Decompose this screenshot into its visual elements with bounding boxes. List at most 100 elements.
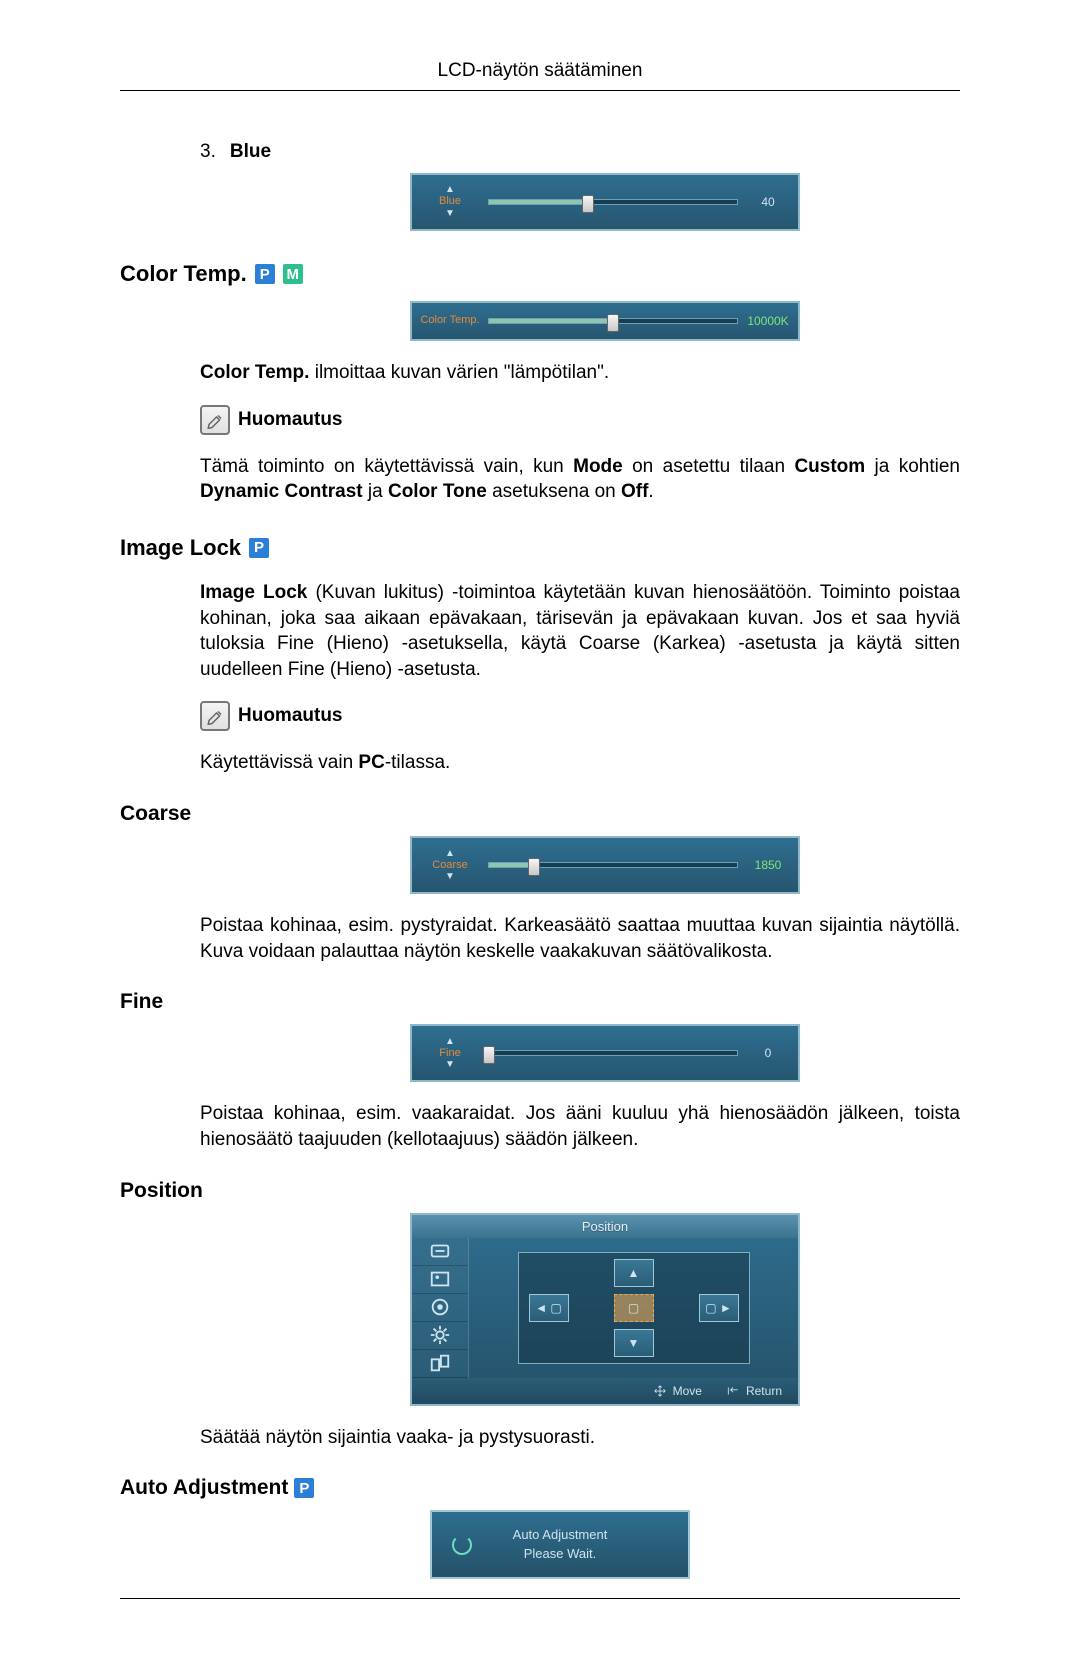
osd-blue-label: Blue (439, 195, 461, 208)
heading-auto-adjustment-text: Auto Adjustment (120, 1476, 288, 1500)
position-description: Säätää näytön sijaintia vaaka- ja pystys… (200, 1425, 960, 1451)
imagelock-note-text: Käytettävissä vain PC-tilassa. (200, 750, 960, 776)
note-label: Huomautus (238, 705, 343, 727)
heading-position-text: Position (120, 1179, 203, 1203)
spinner-icon (452, 1535, 472, 1555)
sidebar-sound-icon[interactable] (412, 1294, 468, 1322)
slider-thumb[interactable] (483, 1046, 495, 1064)
position-main-area: ▲ ▼ ◄ ▢ ▢ ► ▢ (469, 1238, 798, 1378)
osd-colortemp-panel: Color Temp. 10000K (410, 301, 800, 341)
text: Tämä toiminto on käytettävissä vain, kun (200, 456, 573, 477)
osd-footer: Move Return (412, 1378, 798, 1404)
sidebar-setup-icon[interactable] (412, 1322, 468, 1350)
footer-rule (120, 1598, 960, 1599)
sidebar-multi-icon[interactable] (412, 1350, 468, 1378)
position-up-button[interactable]: ▲ (614, 1259, 654, 1287)
coarse-description: Poistaa kohinaa, esim. pystyraidat. Kark… (200, 913, 960, 964)
coarse-slider[interactable] (488, 862, 738, 868)
heading-position: Position (120, 1179, 960, 1203)
osd-coarse-panel: ▲ Coarse ▼ 1850 (410, 836, 800, 894)
slider-thumb[interactable] (582, 195, 594, 213)
colortemp-slider[interactable] (488, 318, 738, 324)
position-right-button[interactable]: ▢ ► (699, 1294, 739, 1322)
auto-adjustment-dialog: Auto Adjustment Please Wait. (430, 1510, 690, 1578)
heading-auto-adjustment: Auto Adjustment P (120, 1476, 960, 1500)
heading-color-temp: Color Temp. P M (120, 261, 960, 287)
arrow-up-icon[interactable]: ▲ (445, 1037, 455, 1047)
text: . (648, 481, 653, 502)
fine-description: Poistaa kohinaa, esim. vaakaraidat. Jos … (200, 1101, 960, 1152)
note-row: Huomautus (200, 405, 960, 435)
osd-blue-value: 40 (738, 175, 798, 229)
position-pad: ▲ ▼ ◄ ▢ ▢ ► ▢ (518, 1252, 750, 1364)
list-item-number: 3. (200, 141, 216, 163)
note-row: Huomautus (200, 701, 960, 731)
heading-fine-text: Fine (120, 990, 163, 1014)
bold-text: Image Lock (200, 582, 307, 603)
osd-colortemp-value: 10000K (738, 303, 798, 339)
bold-text: Mode (573, 456, 623, 477)
bold-text: Color Tone (388, 481, 487, 502)
badge-p-icon: P (294, 1478, 314, 1498)
arrow-down-icon[interactable]: ▼ (445, 872, 455, 882)
imagelock-description: Image Lock (Kuvan lukitus) -toimintoa kä… (200, 580, 960, 683)
bold-text: PC (358, 752, 384, 773)
sidebar-input-icon[interactable] (412, 1238, 468, 1266)
return-icon (726, 1384, 740, 1398)
auto-adj-line2: Please Wait. (442, 1545, 678, 1563)
heading-image-lock-text: Image Lock (120, 535, 241, 561)
footer-return-label: Return (746, 1384, 782, 1398)
footer-move: Move (653, 1384, 702, 1398)
text: ja (363, 481, 388, 502)
osd-left-controls: ▲ Fine ▼ (412, 1026, 488, 1080)
slider-thumb[interactable] (607, 314, 619, 332)
heading-fine: Fine (120, 990, 960, 1014)
footer-move-label: Move (673, 1384, 702, 1398)
osd-left-controls: ▲ Coarse ▼ (412, 838, 488, 892)
colortemp-note-text: Tämä toiminto on käytettävissä vain, kun… (200, 454, 960, 505)
text: on asetettu tilaan (623, 456, 795, 477)
position-down-button[interactable]: ▼ (614, 1329, 654, 1357)
text: asetuksena on (487, 481, 621, 502)
fine-slider[interactable] (488, 1050, 738, 1056)
arrow-down-icon[interactable]: ▼ (445, 209, 455, 219)
badge-m-icon: M (283, 264, 303, 284)
badge-p-icon: P (249, 538, 269, 558)
bold-text: Color Temp. (200, 362, 309, 383)
arrow-up-icon[interactable]: ▲ (445, 849, 455, 859)
osd-coarse-label: Coarse (432, 859, 467, 872)
position-left-button[interactable]: ◄ ▢ (529, 1294, 569, 1322)
bold-text: Dynamic Contrast (200, 481, 363, 502)
text: ilmoittaa kuvan värien "lämpötilan". (309, 362, 609, 383)
sidebar-picture-icon[interactable] (412, 1266, 468, 1294)
osd-colortemp-label: Color Temp. (420, 314, 479, 327)
badge-p-icon: P (255, 264, 275, 284)
osd-fine-panel: ▲ Fine ▼ 0 (410, 1024, 800, 1082)
arrow-down-icon[interactable]: ▼ (445, 1060, 455, 1070)
page-header-title: LCD-näytön säätäminen (120, 60, 960, 82)
osd-position-title: Position (412, 1215, 798, 1238)
move-icon (653, 1384, 667, 1398)
blue-slider[interactable] (488, 199, 738, 205)
list-item-blue: 3. Blue (200, 141, 960, 163)
colortemp-description: Color Temp. ilmoittaa kuvan värien "lämp… (200, 360, 960, 386)
text: Käytettävissä vain (200, 752, 358, 773)
note-icon (200, 701, 230, 731)
heading-coarse: Coarse (120, 802, 960, 826)
auto-adj-line1: Auto Adjustment (442, 1526, 678, 1544)
osd-left-controls: ▲ Blue ▼ (412, 175, 488, 229)
text: (Kuvan lukitus) -toimintoa käytetään kuv… (200, 582, 960, 680)
text: ja kohtien (865, 456, 960, 477)
osd-blue-panel: ▲ Blue ▼ 40 (410, 173, 800, 231)
osd-coarse-value: 1850 (738, 838, 798, 892)
osd-sidebar (412, 1238, 469, 1378)
arrow-up-icon[interactable]: ▲ (445, 185, 455, 195)
bold-text: Off (621, 481, 648, 502)
note-label: Huomautus (238, 409, 343, 431)
heading-coarse-text: Coarse (120, 802, 191, 826)
osd-fine-value: 0 (738, 1026, 798, 1080)
heading-color-temp-text: Color Temp. (120, 261, 247, 287)
slider-thumb[interactable] (528, 858, 540, 876)
osd-position-panel: Position ▲ ▼ ◄ ▢ ▢ ► ▢ (410, 1213, 800, 1406)
heading-image-lock: Image Lock P (120, 535, 960, 561)
